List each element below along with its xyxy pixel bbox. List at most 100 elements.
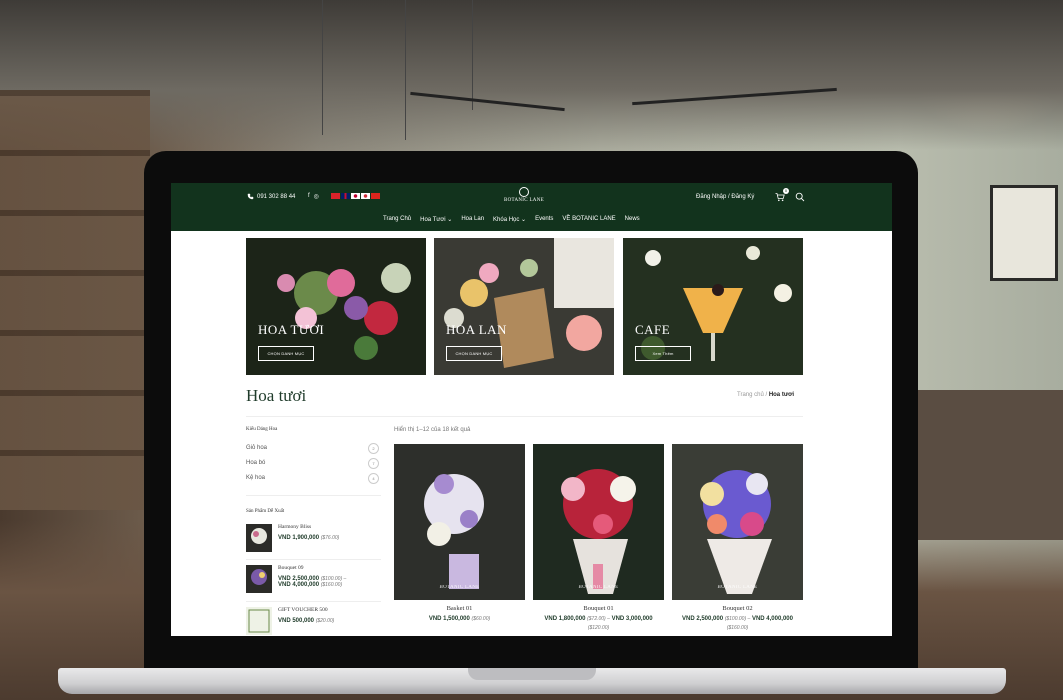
nav-about[interactable]: VỀ BOTANIC LANE [562,216,615,223]
price-vnd-max: VND 4,000,000 [751,616,793,622]
botanic-lane-logo[interactable]: BOTANIC LANE [501,187,547,203]
sidebar-best-heading: Sản Phẩm Dễ Xuất [246,509,285,514]
price-vnd-max: VND 3,000,000 [611,616,653,622]
price-usd: ($100.00) – [724,616,751,622]
product-image[interactable]: BOTANIC LANE [672,444,803,600]
price-vnd: VND 500,000 [278,618,315,624]
sidebar-item-label: Kệ hoa [246,475,266,481]
login-register-link[interactable]: Đăng Nhập / Đăng Ký [696,194,754,200]
product-card[interactable]: BOTANIC LANE Bouquet 01 VND 1,800,000 ($… [533,444,664,633]
laptop-screen: 091 302 88 44 f ◎ BOTANIC LANE Đăng Nhập… [171,183,892,636]
product-price: VND 2,500,000 ($100.00) – VND 4,000,000 … [672,615,803,633]
breadcrumb: Trang chủ / Hoa tươi [737,392,794,398]
nav-news[interactable]: News [625,216,640,223]
best-product-item[interactable]: GIFT VOUCHER 500 VND 500,000 ($20.00) [246,607,381,636]
nav-events[interactable]: Events [535,216,553,223]
price-usd: ($20.00) [315,618,335,624]
logo-mark-icon [519,187,529,197]
divider [246,416,803,417]
laptop-notch [468,668,596,680]
search-icon[interactable] [795,192,805,202]
product-thumbnail [246,565,272,593]
choose-category-button[interactable]: CHỌN DANH MỤC [258,346,314,361]
product-card[interactable]: BOTANIC LANE Bouquet 02 VND 2,500,000 ($… [672,444,803,633]
page-title: Hoa tươi [246,386,307,405]
sidebar-item-hoa-bo[interactable]: Hoa bó 7 [246,458,379,469]
phone-icon [247,193,254,200]
product-name: Harmony Bliss [278,524,312,530]
divider [246,495,381,496]
sidebar-type-heading: Kiểu Dáng Hoa [246,427,278,432]
nav-hoa-lan[interactable]: Hoa Lan [461,216,484,223]
nav-hoa-tuoi[interactable]: Hoa Tươi ⌄ [420,216,452,223]
flag-vn-icon[interactable] [371,193,380,199]
price-usd: ($60.00) [471,616,491,622]
sidebar-item-label: Giỏ hoa [246,445,268,451]
product-image[interactable]: BOTANIC LANE [394,444,525,600]
product-name: Bouquet 09 [278,565,304,571]
category-title: HOA LAN [446,322,507,337]
instagram-icon[interactable]: ◎ [314,193,319,200]
category-banners: HOA TƯƠI CHỌN DANH MỤC HOA LAN CHỌN DANH… [246,238,803,375]
price-vnd: VND 2,500,000 [682,616,724,622]
category-hoa-tuoi[interactable]: HOA TƯƠI CHỌN DANH MỤC [246,238,426,375]
product-image[interactable]: BOTANIC LANE [533,444,664,600]
see-more-button[interactable]: Xem Thêm [635,346,691,361]
main-nav: Trang Chủ Hoa Tươi ⌄ Hoa Lan Khóa Học ⌄ … [383,216,640,223]
cafe-counter [918,390,1063,540]
facebook-icon[interactable]: f [308,193,310,200]
watermark: BOTANIC LANE [578,585,619,590]
logo-text: BOTANIC LANE [503,198,544,203]
product-name[interactable]: Basket 01 [394,605,525,612]
price-vnd: VND 1,800,000 [544,616,586,622]
price-usd-max: ($160.00) [320,582,343,588]
choose-category-button[interactable]: CHỌN DANH MỤC [446,346,502,361]
nav-khoa-hoc[interactable]: Khóa Học ⌄ [493,216,526,223]
flag-kr-icon[interactable] [361,193,370,199]
flag-jp-icon[interactable] [351,193,360,199]
product-thumbnail [246,524,272,552]
price-vnd: VND 1,900,000 [278,535,320,541]
sidebar-item-ke-hoa[interactable]: Kệ hoa 4 [246,473,379,484]
product-price: VND 1,900,000 ($76.00) [278,535,339,541]
product-price: VND 2,500,000 ($100.00) – VND 4,000,000 … [278,576,346,588]
pendant-wire [405,0,406,140]
social-links: f ◎ [308,193,319,200]
product-card[interactable]: BOTANIC LANE Basket 01 VND 1,500,000 ($6… [394,444,525,624]
bouquet-photo [672,444,803,600]
phone-contact[interactable]: 091 302 88 44 [247,193,295,200]
botanical-frame [990,185,1058,281]
price-vnd-max: VND 4,000,000 [278,582,320,588]
nav-home[interactable]: Trang Chủ [383,216,411,223]
bouquet-photo [533,444,664,600]
breadcrumb-home[interactable]: Trang chủ [737,392,764,398]
category-title: CAFE [635,322,671,337]
sidebar-item-label: Hoa bó [246,460,266,466]
site-header: 091 302 88 44 f ◎ BOTANIC LANE Đăng Nhập… [171,183,892,231]
flag-uk-icon[interactable] [341,193,350,199]
best-product-item[interactable]: Bouquet 09 VND 2,500,000 ($100.00) – VND… [246,565,381,597]
flag-cn-icon[interactable] [331,193,340,199]
voucher-thumbnail [246,607,272,635]
breadcrumb-separator: / [765,392,768,398]
divider [246,601,381,602]
product-price: VND 500,000 ($20.00) [278,618,334,624]
category-title: HOA TƯƠI [258,322,325,337]
product-name[interactable]: Bouquet 02 [672,605,803,612]
category-cafe[interactable]: CAFE Xem Thêm [623,238,803,375]
product-price: VND 1,500,000 ($60.00) [394,615,525,624]
pendant-wire [472,0,473,110]
shop-shelf [0,90,150,510]
divider [246,559,381,560]
watermark: BOTANIC LANE [717,585,758,590]
ceiling [0,0,1063,150]
price-vnd: VND 1,500,000 [428,616,470,622]
product-name: GIFT VOUCHER 500 [278,607,328,613]
sidebar-item-count: 7 [368,458,379,469]
cart-count-badge: 0 [783,188,789,194]
sidebar-item-gio-hoa[interactable]: Giỏ hoa 2 [246,443,379,454]
language-switcher [331,193,380,199]
category-hoa-lan[interactable]: HOA LAN CHỌN DANH MỤC [434,238,614,375]
product-name[interactable]: Bouquet 01 [533,605,664,612]
best-product-item[interactable]: Harmony Bliss VND 1,900,000 ($76.00) [246,524,381,556]
